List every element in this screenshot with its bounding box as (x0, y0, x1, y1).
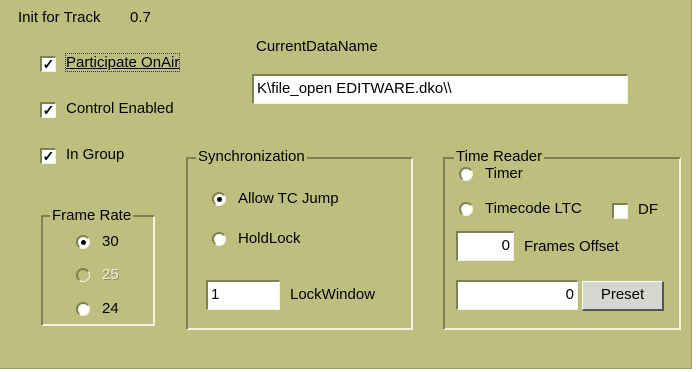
control-enabled-label[interactable]: Control Enabled (66, 100, 174, 117)
df-label[interactable]: DF (638, 201, 658, 218)
in-group-label[interactable]: In Group (66, 146, 124, 163)
frame-rate-30-label[interactable]: 30 (102, 233, 119, 250)
check-icon: ✓ (42, 102, 55, 118)
frame-rate-30-radio[interactable] (76, 235, 90, 249)
timecode-ltc-radio[interactable] (459, 202, 473, 216)
allow-tc-jump-radio[interactable] (212, 192, 226, 206)
title-label: Init for Track (18, 9, 101, 26)
in-group-checkbox[interactable]: ✓ (40, 148, 56, 164)
timecode-ltc-label[interactable]: Timecode LTC (485, 200, 582, 217)
frames-offset-label: Frames Offset (524, 238, 619, 255)
radio-dot-icon (217, 197, 222, 202)
participate-checkbox[interactable]: ✓ (40, 56, 56, 72)
time-reader-title: Time Reader (454, 148, 545, 165)
dialog-panel: Init for Track 0.7 ✓ Participate OnAir ✓… (0, 0, 692, 369)
lock-window-label: LockWindow (290, 286, 376, 303)
radio-dot-icon (81, 240, 86, 245)
holdlock-radio[interactable] (212, 232, 226, 246)
preset-value-input[interactable]: 0 (456, 280, 578, 310)
current-data-name-input[interactable]: K\file_open EDITWARE.dko\\ (252, 74, 628, 104)
frames-offset-input[interactable]: 0 (456, 231, 514, 261)
participate-label[interactable]: Participate OnAir (64, 53, 181, 72)
preset-button[interactable]: Preset (582, 281, 664, 311)
frame-rate-24-radio[interactable] (76, 302, 90, 316)
lock-window-input[interactable]: 1 (206, 280, 280, 310)
check-icon: ✓ (42, 56, 55, 72)
check-icon: ✓ (42, 148, 55, 164)
holdlock-label[interactable]: HoldLock (238, 230, 301, 247)
frame-rate-title: Frame Rate (50, 207, 134, 224)
synchronization-title: Synchronization (196, 148, 307, 165)
timer-label[interactable]: Timer (485, 165, 523, 182)
frame-rate-24-label[interactable]: 24 (102, 300, 119, 317)
frame-rate-group (41, 215, 155, 326)
df-checkbox[interactable] (612, 203, 628, 219)
control-enabled-checkbox[interactable]: ✓ (40, 102, 56, 118)
frame-rate-25-label: 25 (102, 266, 119, 283)
timer-radio[interactable] (459, 167, 473, 181)
frame-rate-25-radio (76, 268, 90, 282)
allow-tc-jump-label[interactable]: Allow TC Jump (238, 190, 339, 207)
title-value: 0.7 (130, 9, 151, 26)
current-data-name-label: CurrentDataName (256, 38, 378, 55)
